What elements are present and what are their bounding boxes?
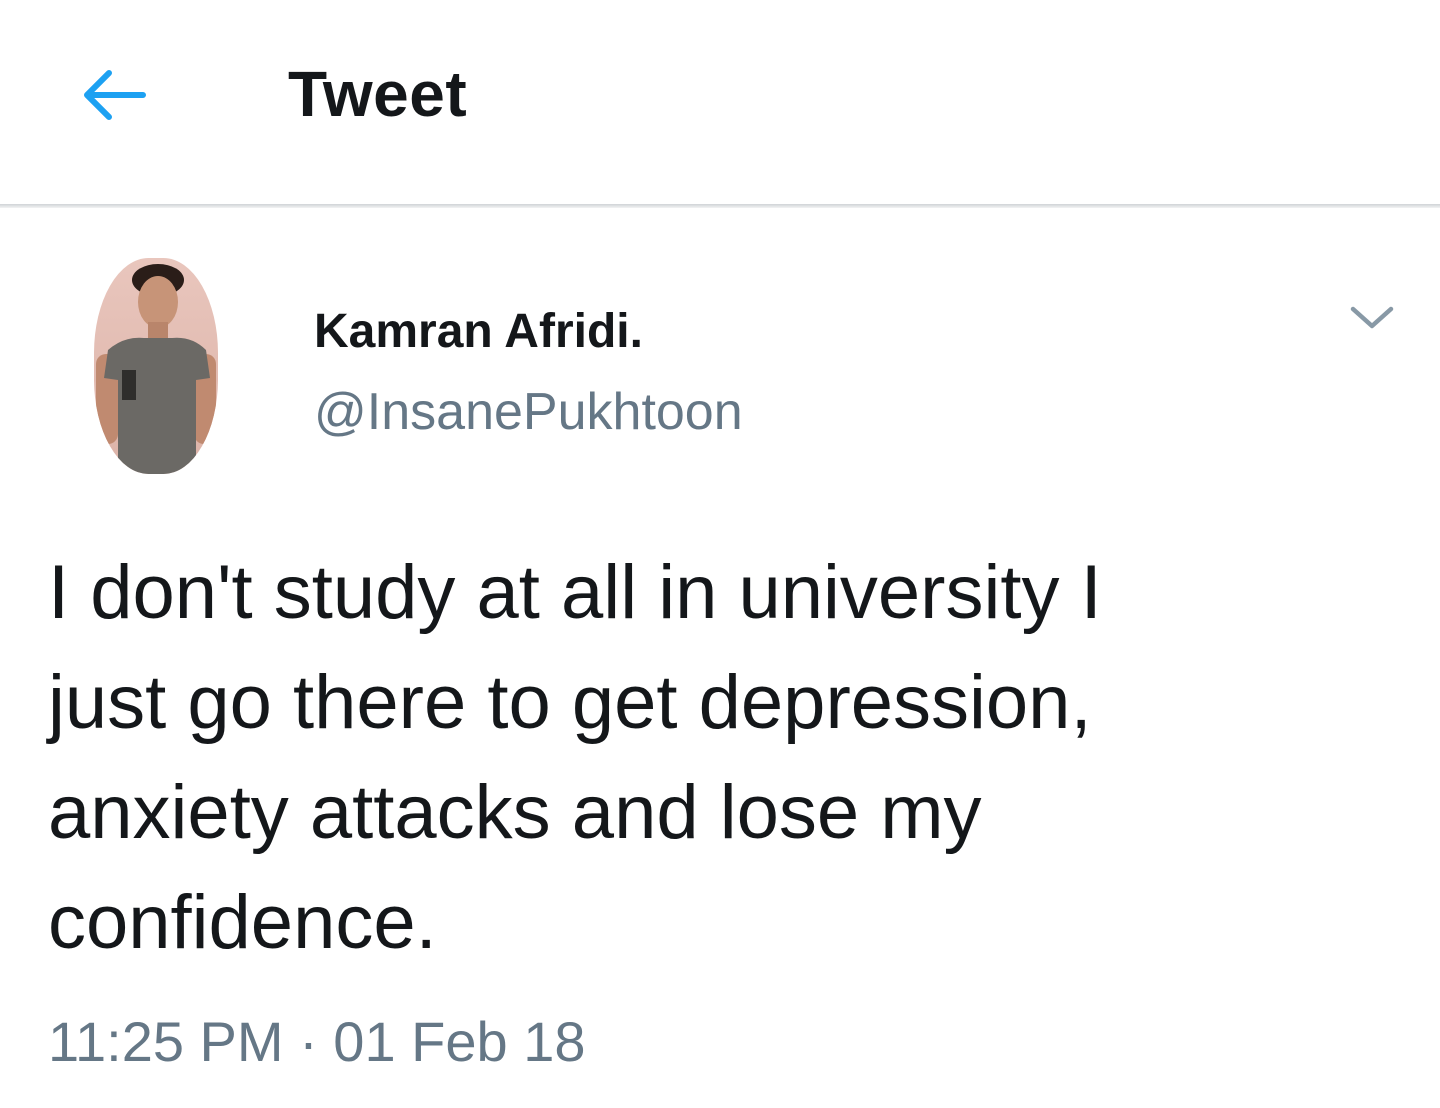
chevron-down-icon <box>1350 306 1394 329</box>
profile-photo <box>94 258 218 474</box>
top-app-bar: Tweet <box>0 0 1440 204</box>
back-button[interactable] <box>68 60 158 130</box>
header-divider <box>0 204 1440 208</box>
tweet-text: I don't study at all in university I jus… <box>48 550 1102 965</box>
tweet-timestamp[interactable]: 11:25 PM · 01 Feb 18 <box>48 1010 586 1074</box>
avatar[interactable] <box>94 258 218 474</box>
author-name[interactable]: Kamran Afridi. <box>314 304 643 360</box>
arrow-left-icon <box>84 70 146 120</box>
tweet-menu-button[interactable] <box>1344 298 1400 338</box>
page-title: Tweet <box>288 58 468 130</box>
author-handle[interactable]: @InsanePukhtoon <box>314 382 743 442</box>
